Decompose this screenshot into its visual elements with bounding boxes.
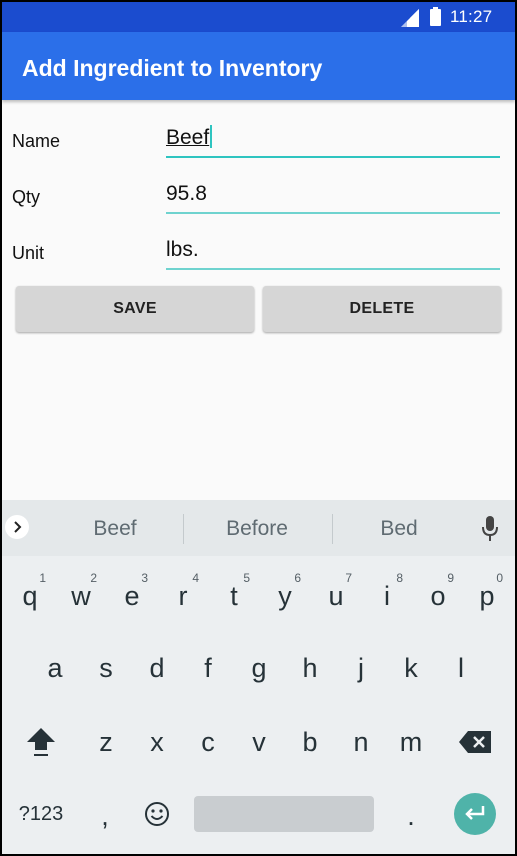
key-e[interactable]: e3	[107, 566, 157, 626]
key-t[interactable]: t5	[209, 566, 259, 626]
name-value-text: Beef	[166, 126, 210, 149]
chevron-right-icon[interactable]	[5, 515, 29, 539]
key-label: e	[124, 581, 140, 611]
key-comma[interactable]: ,	[80, 786, 130, 846]
key-h[interactable]: h	[285, 638, 335, 698]
key-d[interactable]: d	[132, 638, 182, 698]
key-g[interactable]: g	[234, 638, 284, 698]
unit-value: lbs.	[166, 238, 199, 261]
key-o[interactable]: o9	[413, 566, 463, 626]
app-screen: 11:27 Add Ingredient to Inventory Name B…	[2, 2, 515, 854]
key-f[interactable]: f	[183, 638, 233, 698]
unit-label: Unit	[12, 243, 45, 263]
shift-key[interactable]	[16, 712, 66, 772]
qty-field[interactable]: 95.8	[166, 176, 500, 214]
key-m[interactable]: m	[386, 712, 436, 772]
microphone-icon[interactable]	[481, 516, 499, 542]
suggestion-divider	[183, 514, 184, 544]
key-x[interactable]: x	[132, 712, 182, 772]
suggestion-strip: Beef Before Bed	[2, 500, 515, 556]
key-period[interactable]: .	[386, 786, 436, 846]
key-v[interactable]: v	[234, 712, 284, 772]
status-bar: 11:27	[2, 2, 515, 32]
key-hint: 5	[243, 571, 250, 585]
space-bar[interactable]	[194, 796, 374, 832]
key-label: p	[479, 581, 495, 611]
key-u[interactable]: u7	[311, 566, 361, 626]
key-hint: 7	[345, 571, 352, 585]
key-r[interactable]: r4	[158, 566, 208, 626]
key-label: q	[22, 581, 38, 611]
key-j[interactable]: j	[336, 638, 386, 698]
enter-key[interactable]	[454, 793, 496, 835]
name-row: Name Beef	[2, 112, 515, 168]
emoji-icon	[145, 802, 169, 826]
key-k[interactable]: k	[386, 638, 436, 698]
key-i[interactable]: i8	[362, 566, 412, 626]
key-a[interactable]: a	[30, 638, 80, 698]
key-label: w	[71, 581, 91, 611]
name-field[interactable]: Beef	[166, 120, 500, 158]
key-w[interactable]: w2	[56, 566, 106, 626]
key-c[interactable]: c	[183, 712, 233, 772]
suggestion-1[interactable]: Beef	[45, 517, 185, 541]
key-hint: 0	[496, 571, 503, 585]
suggestion-2[interactable]: Before	[187, 517, 327, 541]
backspace-icon	[459, 731, 491, 753]
key-hint: 4	[192, 571, 199, 585]
save-button[interactable]: SAVE	[16, 286, 254, 332]
page-title: Add Ingredient to Inventory	[22, 55, 323, 81]
symbols-key[interactable]: ?123	[16, 784, 66, 844]
key-l[interactable]: l	[436, 638, 486, 698]
emoji-key[interactable]	[132, 784, 182, 844]
key-s[interactable]: s	[81, 638, 131, 698]
unit-row: Unit lbs.	[2, 224, 515, 280]
name-label: Name	[12, 131, 61, 151]
qty-value: 95.8	[166, 182, 207, 205]
key-hint: 3	[141, 571, 148, 585]
suggestion-3[interactable]: Bed	[329, 517, 469, 541]
key-z[interactable]: z	[81, 712, 131, 772]
name-value: Beef	[166, 125, 213, 150]
status-time: 11:27	[450, 7, 493, 26]
key-label: r	[178, 581, 188, 611]
key-hint: 1	[39, 571, 46, 585]
key-hint: 6	[294, 571, 301, 585]
key-hint: 9	[447, 571, 454, 585]
enter-icon	[465, 806, 485, 820]
delete-button[interactable]: DELETE	[263, 286, 501, 332]
battery-icon	[430, 7, 441, 26]
signal-icon	[401, 9, 419, 27]
key-hint: 2	[90, 571, 97, 585]
key-label: i	[384, 581, 390, 611]
key-hint: 8	[396, 571, 403, 585]
app-bar: Add Ingredient to Inventory	[2, 32, 515, 100]
text-caret	[210, 125, 213, 148]
key-label: y	[278, 581, 292, 611]
shift-icon	[27, 728, 55, 756]
key-p[interactable]: p0	[462, 566, 512, 626]
key-y[interactable]: y6	[260, 566, 310, 626]
backspace-key[interactable]	[450, 712, 500, 772]
unit-field[interactable]: lbs.	[166, 232, 500, 270]
qty-label: Qty	[12, 187, 41, 207]
key-q[interactable]: q1	[5, 566, 55, 626]
key-b[interactable]: b	[285, 712, 335, 772]
key-n[interactable]: n	[336, 712, 386, 772]
key-label: t	[230, 581, 238, 611]
key-label: u	[328, 581, 344, 611]
key-label: o	[430, 581, 446, 611]
soft-keyboard: Beef Before Bed q1 w2 e3 r4 t5 y6 u7 i8 …	[2, 500, 515, 854]
qty-row: Qty 95.8	[2, 168, 515, 224]
